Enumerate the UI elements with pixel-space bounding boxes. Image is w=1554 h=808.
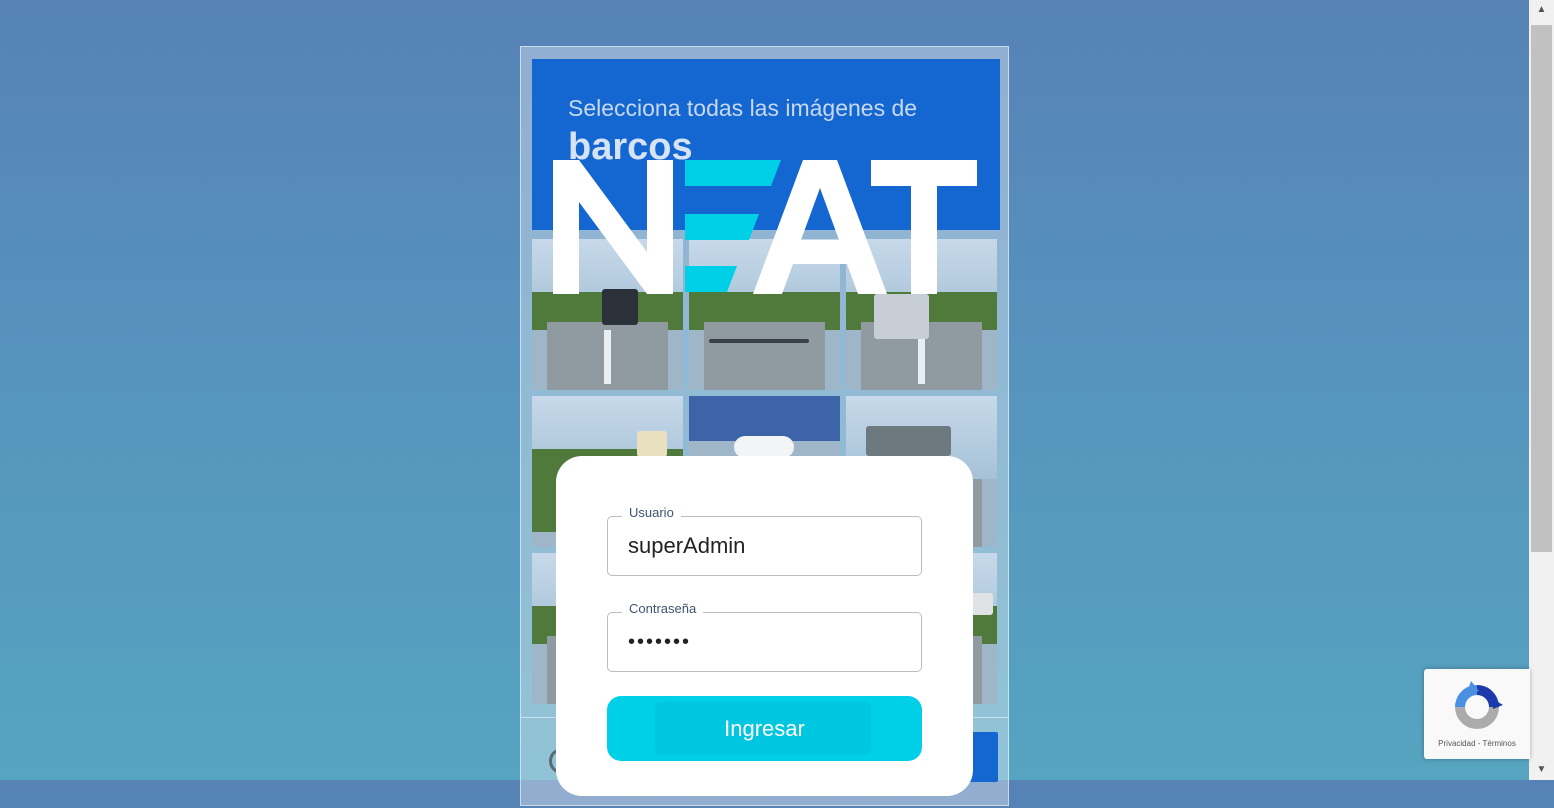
scroll-down-icon[interactable]: ▼ <box>1529 760 1554 780</box>
recaptcha-links[interactable]: Privacidad - Términos <box>1424 739 1530 748</box>
page-scrollbar[interactable]: ▲ ▼ <box>1529 0 1554 780</box>
captcha-instruction: Selecciona todas las imágenes de <box>568 95 918 121</box>
username-field: Usuario <box>607 503 922 576</box>
username-input[interactable] <box>608 517 921 575</box>
neat-logo <box>553 160 977 294</box>
login-button-label: Ingresar <box>724 715 805 741</box>
scroll-up-icon[interactable]: ▲ <box>1529 0 1554 20</box>
logo-letter-t <box>871 160 977 294</box>
login-card: Usuario Contraseña Ingresar <box>556 456 973 796</box>
recaptcha-icon <box>1455 681 1503 729</box>
logo-letter-e-mid <box>685 214 759 240</box>
password-field: Contraseña <box>607 599 922 672</box>
scroll-thumb[interactable] <box>1531 25 1552 552</box>
logo-letter-e-bot <box>685 266 737 292</box>
login-button[interactable]: Ingresar <box>607 696 922 761</box>
logo-letter-n <box>553 160 673 294</box>
logo-letter-e-top <box>685 160 781 186</box>
recaptcha-badge[interactable]: Privacidad - Términos <box>1424 669 1530 759</box>
password-input[interactable] <box>608 613 921 671</box>
